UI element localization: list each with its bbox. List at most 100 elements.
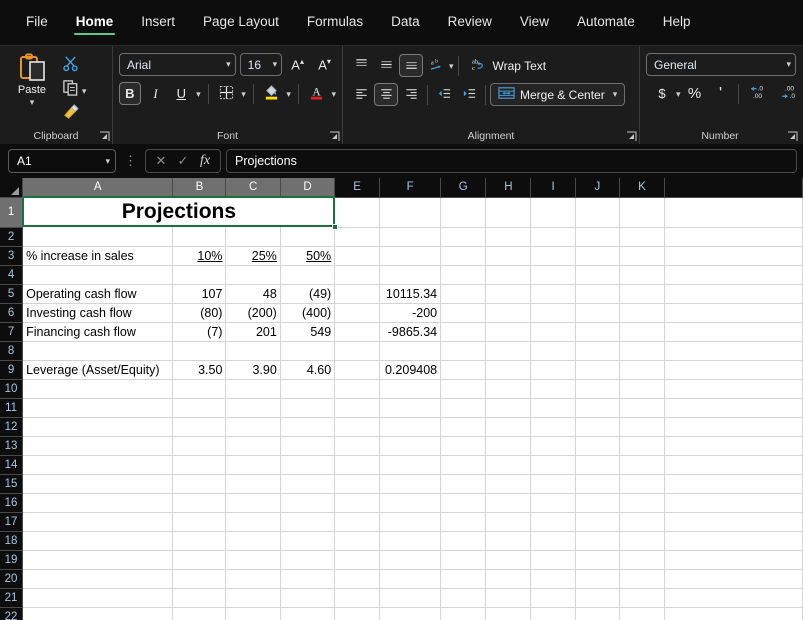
- font-color-button[interactable]: A: [306, 82, 328, 105]
- cell-E9[interactable]: [334, 360, 381, 380]
- cell-C20[interactable]: [225, 569, 281, 589]
- cell-F6[interactable]: -200: [379, 303, 442, 323]
- cell-J1[interactable]: [575, 197, 621, 228]
- cell-H15[interactable]: [485, 474, 532, 494]
- cell-G11[interactable]: [440, 398, 487, 418]
- cell-E7[interactable]: [334, 322, 381, 342]
- row-header-14[interactable]: 14: [0, 455, 24, 475]
- font-name-input[interactable]: Arial ▾: [119, 53, 236, 76]
- cell-K5[interactable]: [619, 284, 665, 304]
- cell-C2[interactable]: [225, 227, 281, 247]
- row-header-1[interactable]: 1: [0, 197, 24, 228]
- cell-A22[interactable]: [22, 607, 174, 620]
- cell-J19[interactable]: [575, 550, 621, 570]
- cell-F1[interactable]: [379, 197, 442, 228]
- cell-C18[interactable]: [225, 531, 281, 551]
- row-header-15[interactable]: 15: [0, 474, 24, 494]
- cell-H5[interactable]: [485, 284, 532, 304]
- cell-A16[interactable]: [22, 493, 174, 513]
- cell-F8[interactable]: [379, 341, 442, 361]
- cell-K20[interactable]: [619, 569, 665, 589]
- align-top-button[interactable]: [349, 54, 373, 77]
- cell-K13[interactable]: [619, 436, 665, 456]
- cell-I14[interactable]: [530, 455, 576, 475]
- cell-C4[interactable]: [225, 265, 281, 285]
- name-box[interactable]: A1 ▾: [8, 149, 116, 173]
- cell-H11[interactable]: [485, 398, 532, 418]
- cell-I8[interactable]: [530, 341, 576, 361]
- cell-F3[interactable]: [379, 246, 442, 266]
- cell-G14[interactable]: [440, 455, 487, 475]
- cell-H21[interactable]: [485, 588, 532, 608]
- cell-G16[interactable]: [440, 493, 487, 513]
- cell-A13[interactable]: [22, 436, 174, 456]
- cell-A14[interactable]: [22, 455, 174, 475]
- ribbon-tab-formulas[interactable]: Formulas: [295, 8, 375, 37]
- increase-decimal-button[interactable]: .0 .00: [744, 82, 774, 105]
- row-header-3[interactable]: 3: [0, 246, 24, 266]
- align-bottom-button[interactable]: [399, 54, 423, 77]
- formula-bar-options-icon[interactable]: ⋮: [121, 153, 140, 169]
- cell-E10[interactable]: [334, 379, 381, 399]
- column-header-G[interactable]: G: [440, 178, 487, 198]
- cell-C10[interactable]: [225, 379, 281, 399]
- row-header-6[interactable]: 6: [0, 303, 24, 323]
- row-header-13[interactable]: 13: [0, 436, 24, 456]
- cell-H20[interactable]: [485, 569, 532, 589]
- copy-chevron-down-icon[interactable]: ▾: [82, 87, 87, 96]
- cell-A5[interactable]: Operating cash flow: [22, 284, 174, 304]
- cell-H3[interactable]: [485, 246, 532, 266]
- fx-icon[interactable]: fx: [195, 153, 215, 169]
- cell-C15[interactable]: [225, 474, 281, 494]
- row-header-8[interactable]: 8: [0, 341, 24, 361]
- cell-B17[interactable]: [172, 512, 227, 532]
- cell-C19[interactable]: [225, 550, 281, 570]
- italic-button[interactable]: I: [145, 82, 167, 105]
- cell-K6[interactable]: [619, 303, 665, 323]
- cell-J4[interactable]: [575, 265, 621, 285]
- cell-J17[interactable]: [575, 512, 621, 532]
- cell-K9[interactable]: [619, 360, 665, 380]
- cell-H17[interactable]: [485, 512, 532, 532]
- cell-I16[interactable]: [530, 493, 576, 513]
- ribbon-tab-help[interactable]: Help: [651, 8, 703, 37]
- select-all-corner[interactable]: [0, 178, 24, 198]
- cell-J22[interactable]: [575, 607, 621, 620]
- column-header-F[interactable]: F: [379, 178, 442, 198]
- cell-K21[interactable]: [619, 588, 665, 608]
- cell-F7[interactable]: -9865.34: [379, 322, 442, 342]
- column-header-H[interactable]: H: [485, 178, 532, 198]
- cell-G4[interactable]: [440, 265, 487, 285]
- cell-K18[interactable]: [619, 531, 665, 551]
- ribbon-tab-home[interactable]: Home: [64, 8, 126, 37]
- cell-D20[interactable]: [280, 569, 336, 589]
- cell-D21[interactable]: [280, 588, 336, 608]
- underline-button[interactable]: U: [170, 82, 192, 105]
- cell-A17[interactable]: [22, 512, 174, 532]
- cell-H4[interactable]: [485, 265, 532, 285]
- cell-F22[interactable]: [379, 607, 442, 620]
- cell-G19[interactable]: [440, 550, 487, 570]
- cell-G5[interactable]: [440, 284, 487, 304]
- cell-I18[interactable]: [530, 531, 576, 551]
- cell-D16[interactable]: [280, 493, 336, 513]
- cell-A15[interactable]: [22, 474, 174, 494]
- cell-I4[interactable]: [530, 265, 576, 285]
- cell-B4[interactable]: [172, 265, 227, 285]
- row-header-12[interactable]: 12: [0, 417, 24, 437]
- cell-C16[interactable]: [225, 493, 281, 513]
- cell-G7[interactable]: [440, 322, 487, 342]
- cell-E20[interactable]: [334, 569, 381, 589]
- borders-button[interactable]: [216, 82, 238, 105]
- cell-B20[interactable]: [172, 569, 227, 589]
- cell-I19[interactable]: [530, 550, 576, 570]
- cell-D11[interactable]: [280, 398, 336, 418]
- column-header-D[interactable]: D: [280, 178, 336, 198]
- cell-C5[interactable]: 48: [225, 284, 281, 304]
- cell-G13[interactable]: [440, 436, 487, 456]
- cell-A10[interactable]: [22, 379, 174, 399]
- cell-I2[interactable]: [530, 227, 576, 247]
- number-format-select[interactable]: General ▾: [646, 53, 796, 76]
- cell-D10[interactable]: [280, 379, 336, 399]
- cell-F2[interactable]: [379, 227, 442, 247]
